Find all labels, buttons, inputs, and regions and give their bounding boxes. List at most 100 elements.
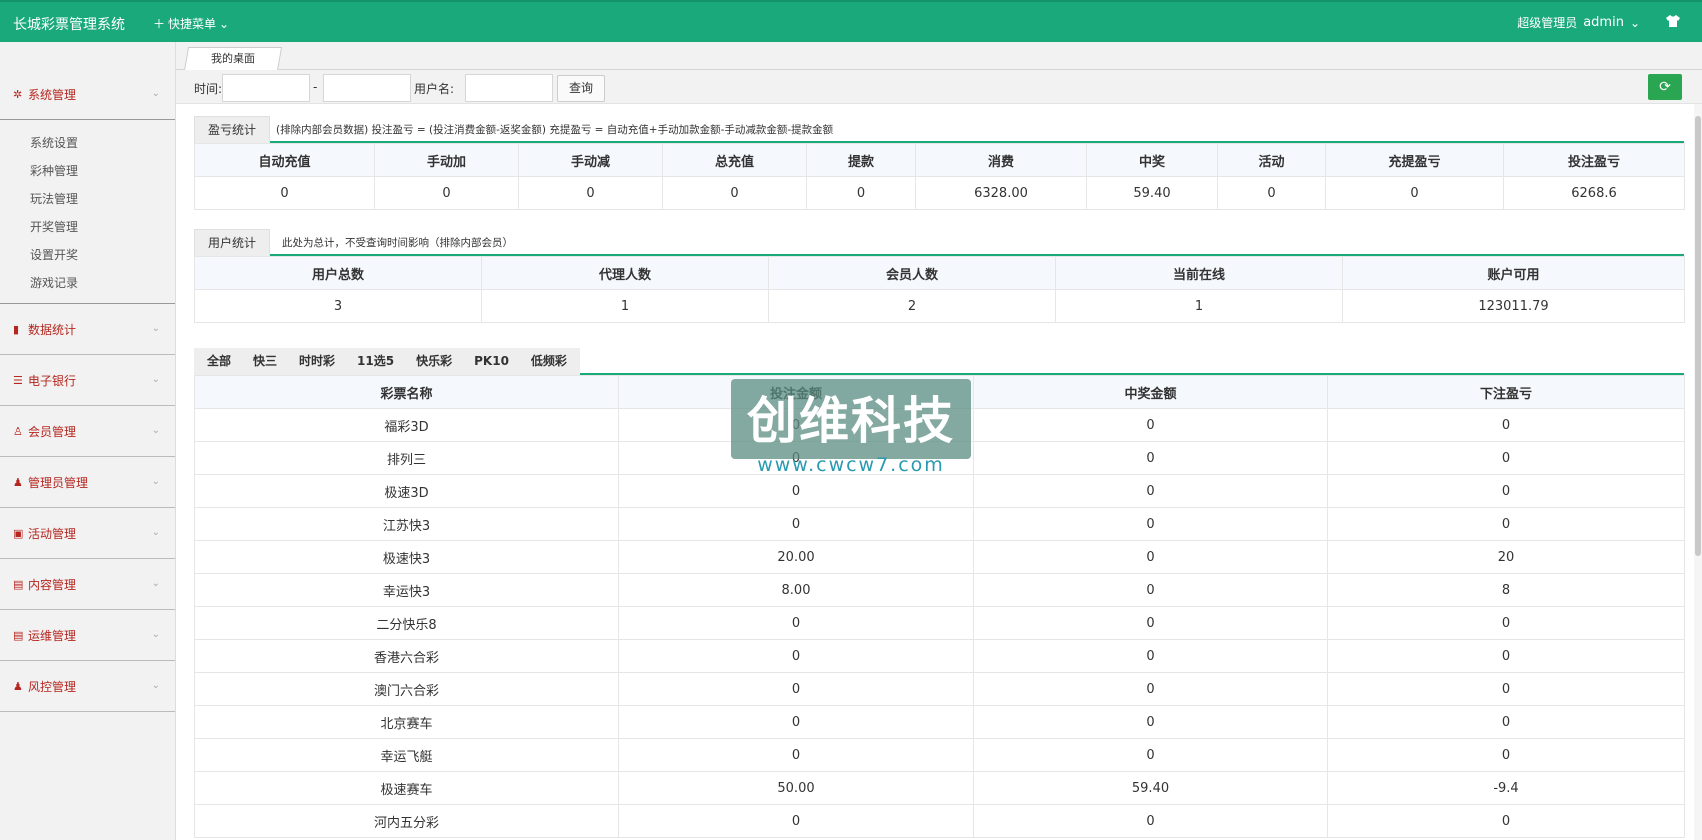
table-header-cell: 活动: [1217, 143, 1326, 177]
chevron-down-icon: ⌄: [151, 374, 160, 385]
user-stats-note: 此处为总计，不受查询时间影响（排除内部会员）: [282, 237, 513, 249]
table-header-cell: 自动充值: [194, 143, 375, 177]
table-cell: 0: [1327, 474, 1685, 508]
table-row: 极速3D 0 0 0: [194, 474, 1685, 508]
table-row: 江苏快3 0 0 0: [194, 507, 1685, 541]
table-header-cell: 消费: [915, 143, 1087, 177]
chevron-down-icon: ⌄: [151, 527, 160, 538]
user-outline-icon: ♙: [13, 424, 23, 438]
table-cell: 极速3D: [194, 474, 619, 508]
table-cell: 0: [1327, 441, 1685, 475]
table-header-cell: 代理人数: [481, 256, 769, 290]
table-header-cell: 手动加: [374, 143, 519, 177]
table-header-cell: 彩票名称: [194, 375, 619, 409]
sidebar-group-ebank[interactable]: ☰ 电子银行 ⌄: [0, 355, 175, 406]
table-cell: 0: [1327, 507, 1685, 541]
user-menu[interactable]: admin: [1583, 15, 1624, 30]
sidebar-group-statistics[interactable]: ▮ 数据统计 ⌄: [0, 304, 175, 355]
game-type-tab[interactable]: 全部: [196, 348, 242, 375]
table-header-cell: 总充值: [662, 143, 807, 177]
gear-icon: ✲: [13, 87, 23, 101]
table-cell: 0: [973, 408, 1328, 442]
tab-bar: 我的桌面: [176, 42, 1702, 71]
table-cell: 8: [1327, 573, 1685, 607]
table-cell: 排列三: [194, 441, 619, 475]
sidebar-group-activities[interactable]: ▣ 活动管理 ⌄: [0, 508, 175, 559]
game-type-tab[interactable]: PK10: [463, 348, 520, 375]
sidebar-submenu-system: 系统设置 彩种管理 玩法管理 开奖管理 设置开奖 游戏记录: [0, 120, 175, 304]
tab-my-desktop[interactable]: 我的桌面: [183, 47, 283, 71]
table-cell: 二分快乐8: [194, 606, 619, 640]
table-cell: 0: [618, 672, 974, 706]
sidebar-item-lottery-types[interactable]: 彩种管理: [0, 157, 175, 185]
sidebar-item-system-settings[interactable]: 系统设置: [0, 129, 175, 157]
chevron-down-icon: ⌄: [151, 323, 160, 334]
table-header-cell: 充提盈亏: [1325, 143, 1504, 177]
sidebar-item-play-rules[interactable]: 玩法管理: [0, 185, 175, 213]
end-time-input[interactable]: [323, 74, 411, 102]
table-cell: 1: [481, 289, 769, 323]
table-cell: 20.00: [618, 540, 974, 574]
user-table-header: 用户总数 代理人数 会员人数 当前在线 账户可用: [194, 256, 1685, 290]
skin-icon[interactable]: [1666, 15, 1680, 30]
sidebar-group-system[interactable]: ✲ 系统管理 ⌄: [0, 69, 175, 120]
profit-stats-section: 盈亏统计 (排除内部会员数据) 投注盈亏 = (投注消费金额-返奖金额) 充提盈…: [194, 116, 1685, 210]
table-header-cell: 中奖: [1086, 143, 1218, 177]
refresh-button[interactable]: ⟳: [1648, 74, 1682, 100]
user-stats-tab[interactable]: 用户统计: [194, 229, 271, 256]
table-cell: 3: [194, 289, 482, 323]
table-cell: 8.00: [618, 573, 974, 607]
table-cell: 0: [973, 474, 1328, 508]
table-cell: 1: [1055, 289, 1343, 323]
table-cell: 0: [1325, 176, 1504, 210]
book-icon: ▤: [13, 577, 24, 591]
sidebar-group-members[interactable]: ♙ 会员管理 ⌄: [0, 406, 175, 457]
game-type-tab[interactable]: 快三: [242, 348, 288, 375]
table-cell: 幸运飞艇: [194, 738, 619, 772]
user-icon: ♟: [13, 679, 23, 693]
scrollbar-thumb[interactable]: [1695, 116, 1701, 556]
profit-table-header: 自动充值 手动加 手动减 总充值 提款 消费 中奖 活动 充提盈亏 投注盈亏: [194, 143, 1685, 177]
table-cell: 0: [194, 176, 375, 210]
table-cell: 0: [618, 705, 974, 739]
start-time-input[interactable]: [222, 74, 310, 102]
sidebar-item-set-draw[interactable]: 设置开奖: [0, 241, 175, 269]
table-cell: 0: [973, 540, 1328, 574]
game-type-tabs: 全部 快三 时时彩 11选5 快乐彩 PK10 低频彩: [194, 348, 580, 375]
book-icon: ▤: [13, 628, 24, 642]
sidebar-group-risk[interactable]: ♟ 风控管理 ⌄: [0, 661, 175, 712]
table-row: 河内五分彩 0 0 0: [194, 804, 1685, 838]
username-label: 用户名:: [414, 82, 455, 96]
query-button[interactable]: 查询: [557, 75, 605, 102]
table-cell: 0: [618, 804, 974, 838]
sidebar-group-label: 数据统计: [28, 322, 77, 337]
game-type-tab[interactable]: 11选5: [346, 348, 405, 375]
sidebar-group-content[interactable]: ▤ 内容管理 ⌄: [0, 559, 175, 610]
sidebar-item-game-records[interactable]: 游戏记录: [0, 269, 175, 297]
scrollbar[interactable]: [1694, 104, 1702, 840]
user-role: 超级管理员: [1517, 16, 1578, 30]
table-header-cell: 用户总数: [194, 256, 482, 290]
chevron-down-icon: ⌄: [151, 578, 160, 589]
watermark-title: 创维科技: [747, 392, 955, 450]
quick-menu-button[interactable]: ＋ 快捷菜单 ⌄: [153, 15, 229, 32]
sidebar-group-admins[interactable]: ♟ 管理员管理 ⌄: [0, 457, 175, 508]
sidebar-group-operations[interactable]: ▤ 运维管理 ⌄: [0, 610, 175, 661]
game-type-tab[interactable]: 低频彩: [520, 348, 578, 375]
chevron-down-icon[interactable]: ⌄: [1630, 16, 1640, 30]
table-cell: 0: [973, 639, 1328, 673]
table-cell: 6268.6: [1503, 176, 1685, 210]
username-input[interactable]: [465, 74, 553, 102]
table-cell: 0: [518, 176, 663, 210]
time-range-dash: -: [313, 80, 318, 94]
game-type-tab[interactable]: 时时彩: [288, 348, 346, 375]
game-type-tab[interactable]: 快乐彩: [405, 348, 463, 375]
table-cell: 0: [973, 672, 1328, 706]
table-cell: 澳门六合彩: [194, 672, 619, 706]
table-cell: 0: [1217, 176, 1326, 210]
table-cell: 0: [1327, 408, 1685, 442]
sidebar-item-draw-management[interactable]: 开奖管理: [0, 213, 175, 241]
table-header-cell: 下注盈亏: [1327, 375, 1685, 409]
table-cell: 0: [618, 738, 974, 772]
profit-stats-tab[interactable]: 盈亏统计: [194, 116, 271, 143]
